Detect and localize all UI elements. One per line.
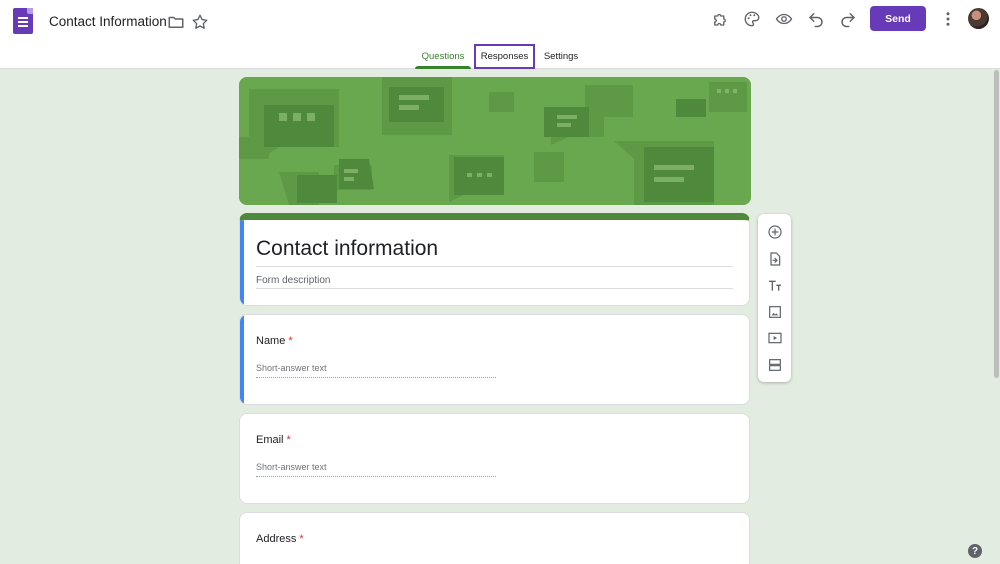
required-asterisk: * — [288, 335, 293, 347]
form-title-card[interactable]: Contact information Form description — [239, 213, 750, 306]
question-title: Name * — [256, 335, 293, 347]
google-forms-icon[interactable] — [13, 8, 33, 34]
short-answer-placeholder: Short-answer text — [256, 363, 327, 373]
add-image-icon[interactable] — [764, 301, 785, 322]
redo-icon[interactable] — [838, 9, 858, 29]
add-section-icon[interactable] — [764, 354, 785, 375]
avatar[interactable] — [968, 8, 989, 29]
add-video-icon[interactable] — [764, 327, 785, 348]
title-underline — [256, 266, 733, 267]
tab-bar: Questions Responses Settings — [0, 44, 1000, 69]
question-title: Address * — [256, 533, 304, 545]
question-title: Email * — [256, 434, 291, 446]
palette-icon[interactable] — [742, 9, 762, 29]
document-title[interactable]: Contact Information — [49, 14, 167, 29]
more-vert-icon[interactable] — [938, 9, 958, 29]
page-scrollbar[interactable] — [994, 70, 999, 378]
folder-icon[interactable] — [166, 12, 186, 32]
help-icon[interactable]: ? — [968, 544, 982, 558]
eye-icon[interactable] — [774, 9, 794, 29]
question-card-name[interactable]: Name * Short-answer text — [239, 314, 750, 405]
tab-responses[interactable]: Responses — [474, 44, 535, 69]
question-toolbar — [758, 214, 791, 382]
required-asterisk: * — [286, 434, 291, 446]
tab-questions[interactable]: Questions — [415, 44, 471, 69]
add-title-icon[interactable] — [764, 275, 785, 296]
form-description-input[interactable]: Form description — [256, 275, 330, 286]
required-asterisk: * — [299, 533, 304, 545]
import-questions-icon[interactable] — [764, 248, 785, 269]
star-icon[interactable] — [190, 12, 210, 32]
question-card-email[interactable]: Email * Short-answer text — [239, 413, 750, 504]
add-question-icon[interactable] — [764, 221, 785, 242]
answer-underline — [256, 476, 496, 477]
question-card-address[interactable]: Address * — [239, 512, 750, 564]
top-bar: Contact Information Send Questions Respo… — [0, 0, 1000, 69]
form-title[interactable]: Contact information — [256, 237, 438, 261]
send-button[interactable]: Send — [870, 6, 926, 31]
undo-icon[interactable] — [806, 9, 826, 29]
puzzle-icon[interactable] — [710, 9, 730, 29]
answer-underline — [256, 377, 496, 378]
description-underline — [256, 288, 733, 289]
tab-settings[interactable]: Settings — [538, 44, 584, 69]
header-banner-image — [239, 77, 751, 205]
short-answer-placeholder: Short-answer text — [256, 462, 327, 472]
